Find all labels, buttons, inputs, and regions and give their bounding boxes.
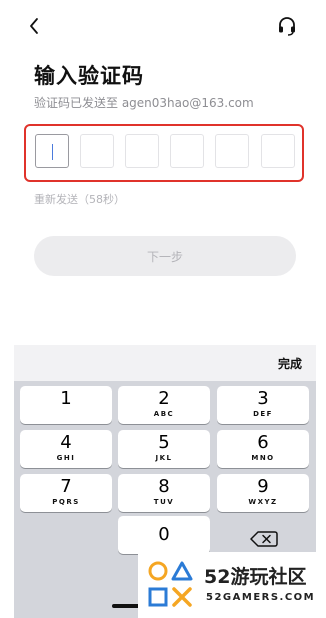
- top-bar: [0, 0, 326, 52]
- next-button[interactable]: 下一步: [34, 236, 296, 276]
- text-caret: [52, 144, 53, 160]
- back-button[interactable]: [22, 14, 46, 38]
- resend-countdown[interactable]: 重新发送（58秒）: [34, 191, 125, 207]
- key-3[interactable]: 3 DEF: [217, 386, 309, 424]
- done-button[interactable]: 完成: [278, 355, 302, 372]
- key-2[interactable]: 2 ABC: [118, 386, 210, 424]
- code-digit-6[interactable]: [261, 134, 295, 168]
- key-6[interactable]: 6 MNO: [217, 430, 309, 468]
- code-digit-5[interactable]: [215, 134, 249, 168]
- page-title: 输入验证码: [34, 64, 144, 88]
- watermark-brand: 52游玩社区: [204, 566, 307, 588]
- key-8[interactable]: 8 TUV: [118, 474, 210, 512]
- key-7[interactable]: 7 PQRS: [20, 474, 112, 512]
- watermark: 52游玩社区 52GAMERS.COM: [138, 552, 320, 618]
- code-digit-2[interactable]: [80, 134, 114, 168]
- key-9[interactable]: 9 WXYZ: [217, 474, 309, 512]
- code-digit-1[interactable]: [35, 134, 69, 168]
- sent-to-text: 验证码已发送至 agen03hao@163.com: [34, 96, 254, 110]
- keyboard-toolbar: 完成: [14, 345, 316, 381]
- headset-icon: [279, 17, 295, 36]
- code-digit-4[interactable]: [170, 134, 204, 168]
- gamepad-symbols-logo-icon: [148, 561, 193, 607]
- support-button[interactable]: [275, 14, 299, 38]
- code-digit-3[interactable]: [125, 134, 159, 168]
- key-0[interactable]: 0: [118, 516, 210, 554]
- key-5[interactable]: 5 JKL: [118, 430, 210, 468]
- key-4[interactable]: 4 GHI: [20, 430, 112, 468]
- watermark-domain: 52GAMERS.COM: [206, 592, 316, 603]
- key-1[interactable]: 1: [20, 386, 112, 424]
- chevron-left-icon: [30, 18, 38, 34]
